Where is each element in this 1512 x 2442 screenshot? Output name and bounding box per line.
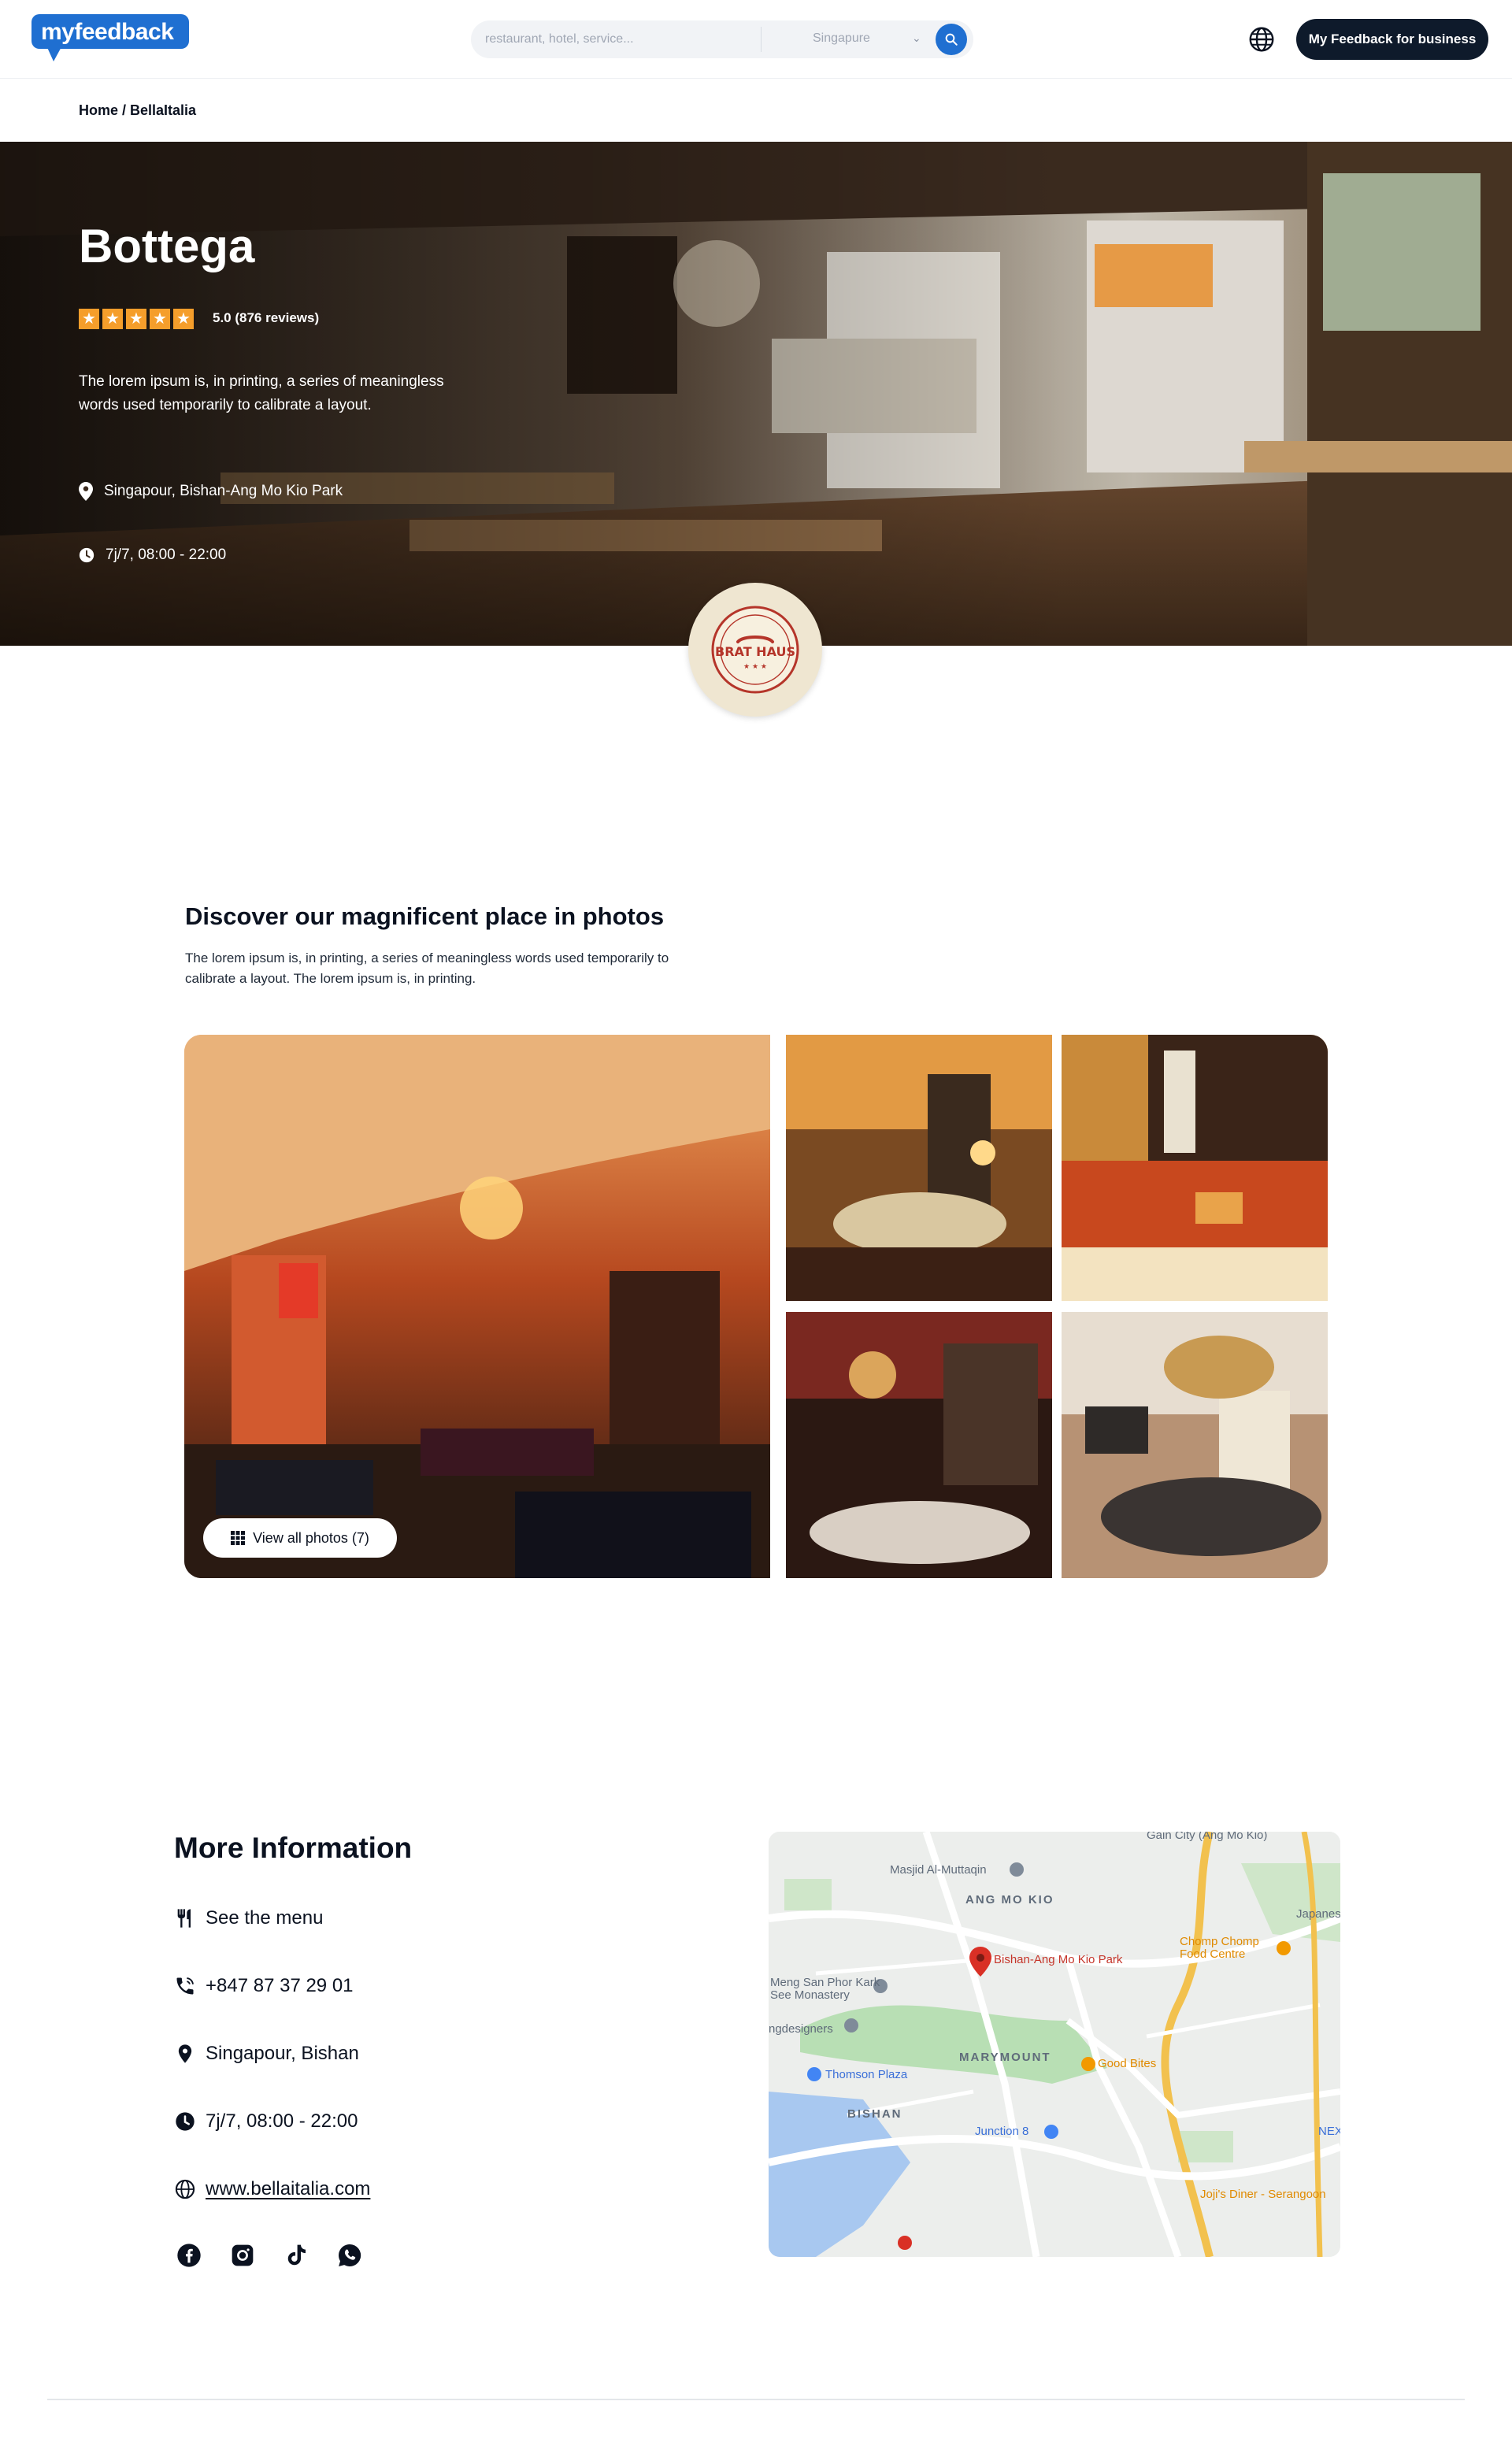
more-info-title: More Information — [174, 1832, 413, 1864]
svg-text:★ ★ ★: ★ ★ ★ — [743, 663, 767, 671]
star-icon: ★ — [150, 309, 170, 329]
menu-link[interactable]: See the menu — [174, 1907, 323, 1929]
business-title: Bottega — [79, 220, 255, 272]
photos-section-title: Discover our magnificent place in photos — [185, 902, 665, 930]
svg-text:BRAT HAUS: BRAT HAUS — [715, 644, 795, 659]
map-label-nex: NEX — [1318, 2125, 1340, 2138]
phone-number: +847 87 37 29 01 — [206, 1975, 354, 1996]
breadcrumb[interactable]: Home / BellaItalia — [79, 102, 196, 119]
clock-icon — [176, 2112, 195, 2131]
map-label-chomp-chomp: Chomp Chomp Food Centre — [1180, 1935, 1259, 1961]
logo-text: myfeedback — [41, 19, 174, 45]
location-pin-icon — [178, 2044, 192, 2063]
location-pin-icon — [79, 482, 93, 501]
phone-row[interactable]: +847 87 37 29 01 — [174, 1975, 354, 1997]
top-navigation: myfeedback Singapure ⌄ My Feedback for b… — [0, 0, 1512, 79]
logo[interactable]: myfeedback — [32, 14, 189, 63]
map-label-marymount: MARYMOUNT — [959, 2051, 1051, 2064]
view-all-photos-label: View all photos (7) — [253, 1529, 369, 1546]
gallery-photo-5[interactable] — [1062, 1312, 1328, 1578]
map-label-ngdesigners: ngdesigners — [769, 2022, 833, 2036]
map-label-japanese: Japanese — [1296, 1907, 1340, 1921]
map-label-bishan: BISHAN — [847, 2107, 902, 2121]
business-logo-badge: BRAT HAUS ★ ★ ★ — [688, 583, 822, 717]
map-label-park: Bishan-Ang Mo Kio Park — [994, 1953, 1123, 1966]
address-text: Singapour, Bishan — [206, 2043, 359, 2064]
facebook-icon[interactable] — [176, 2243, 202, 2268]
brat-haus-logo: BRAT HAUS ★ ★ ★ — [711, 606, 799, 694]
view-all-photos-button[interactable]: View all photos (7) — [203, 1518, 397, 1558]
search-button[interactable] — [936, 24, 967, 55]
social-links — [176, 2243, 362, 2268]
star-icon: ★ — [79, 309, 99, 329]
logo-tail — [46, 44, 63, 61]
phone-icon — [176, 1977, 194, 1995]
map-label-thomson-plaza: Thomson Plaza — [825, 2068, 908, 2081]
grid-icon — [231, 1531, 246, 1545]
map-label-gain-city: Gain City (Ang Mo Kio) — [1147, 1832, 1268, 1842]
map-label-junction-8: Junction 8 — [975, 2125, 1029, 2138]
chevron-down-icon[interactable]: ⌄ — [912, 31, 921, 45]
gallery-photo-main[interactable] — [184, 1035, 770, 1578]
website-row[interactable]: www.bellaitalia.com — [174, 2178, 370, 2200]
globe-icon[interactable] — [1247, 25, 1276, 54]
location-select[interactable]: Singapure — [813, 31, 870, 46]
map-label-monastery: Meng San Phor Kark See Monastery — [770, 1976, 880, 2002]
business-button[interactable]: My Feedback for business — [1296, 19, 1488, 60]
footer-divider — [47, 2399, 1465, 2400]
search-divider — [761, 27, 762, 52]
rating-stars: ★ ★ ★ ★ ★ — [79, 309, 194, 329]
photos-section-description: The lorem ipsum is, in printing, a serie… — [185, 950, 669, 986]
map-label-jojis-diner: Joji's Diner - Serangoon — [1200, 2188, 1326, 2201]
hero-description: The lorem ipsum is, in printing, a serie… — [79, 373, 444, 413]
star-icon: ★ — [173, 309, 194, 329]
hero-address: Singapour, Bishan-Ang Mo Kio Park — [79, 482, 343, 501]
hero-hours-text: 7j/7, 08:00 - 22:00 — [106, 547, 227, 563]
location-map[interactable]: Gain City (Ang Mo Kio) Masjid Al-Muttaqi… — [769, 1832, 1340, 2257]
star-icon: ★ — [102, 309, 123, 329]
hours-text: 7j/7, 08:00 - 22:00 — [206, 2110, 358, 2132]
hero-hours: 7j/7, 08:00 - 22:00 — [79, 547, 226, 564]
hero-address-text: Singapour, Bishan-Ang Mo Kio Park — [104, 483, 343, 499]
gallery-photo-2[interactable] — [786, 1035, 1052, 1301]
globe-icon — [175, 2179, 195, 2199]
map-label-masjid: Masjid Al-Muttaqin — [890, 1863, 987, 1877]
tiktok-icon[interactable] — [284, 2243, 309, 2268]
fork-knife-icon — [177, 1909, 191, 1928]
whatsapp-icon[interactable] — [337, 2243, 362, 2268]
website-link[interactable]: www.bellaitalia.com — [206, 2178, 370, 2200]
hero-banner: Bottega ★ ★ ★ ★ ★ 5.0 (876 reviews) The … — [0, 142, 1512, 646]
instagram-icon[interactable] — [230, 2243, 255, 2268]
rating-text[interactable]: 5.0 (876 reviews) — [213, 310, 319, 326]
search-input[interactable] — [485, 30, 753, 49]
map-label-good-bites: Good Bites — [1098, 2057, 1157, 2070]
hours-row: 7j/7, 08:00 - 22:00 — [174, 2110, 358, 2133]
menu-label: See the menu — [206, 1907, 324, 1929]
clock-icon — [79, 547, 94, 563]
map-label-ang-mo-kio: ANG MO KIO — [965, 1893, 1054, 1907]
gallery-photo-3[interactable] — [1062, 1035, 1328, 1301]
star-icon: ★ — [126, 309, 146, 329]
gallery-photo-4[interactable] — [786, 1312, 1052, 1578]
photo-gallery — [184, 1035, 1328, 1578]
search-icon — [945, 33, 958, 46]
search-bar: Singapure ⌄ — [471, 20, 973, 58]
address-row: Singapour, Bishan — [174, 2043, 359, 2065]
